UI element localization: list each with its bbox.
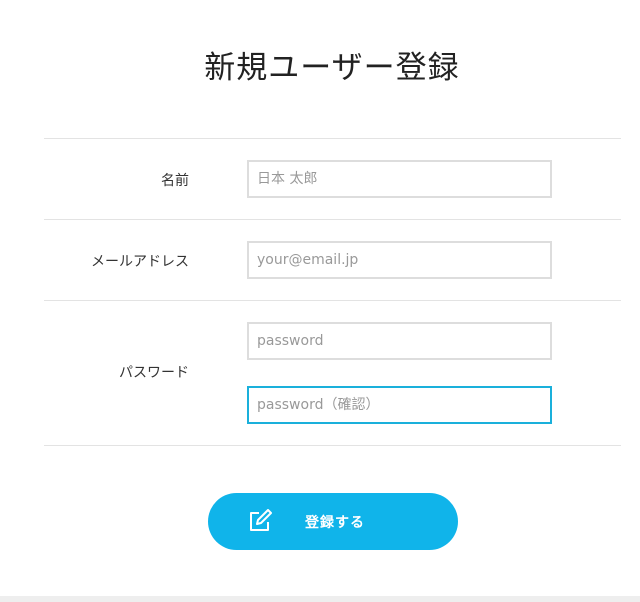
email-label: メールアドレス	[91, 254, 189, 270]
password-input[interactable]	[247, 322, 552, 360]
name-row: 名前	[44, 139, 621, 220]
register-button-label: 登録する	[305, 515, 365, 531]
name-input[interactable]	[247, 160, 552, 198]
edit-icon	[248, 509, 274, 533]
email-row: メールアドレス	[44, 220, 621, 301]
page-title: 新規ユーザー登録	[204, 50, 460, 86]
password-row: パスワード	[44, 301, 621, 446]
name-label: 名前	[161, 173, 189, 189]
email-input[interactable]	[247, 241, 552, 279]
register-button[interactable]: 登録する	[208, 493, 458, 550]
password-label: パスワード	[119, 365, 189, 381]
registration-form: 名前 メールアドレス パスワード	[44, 138, 621, 446]
password-confirm-input[interactable]	[247, 386, 552, 424]
bottom-divider	[0, 596, 640, 602]
